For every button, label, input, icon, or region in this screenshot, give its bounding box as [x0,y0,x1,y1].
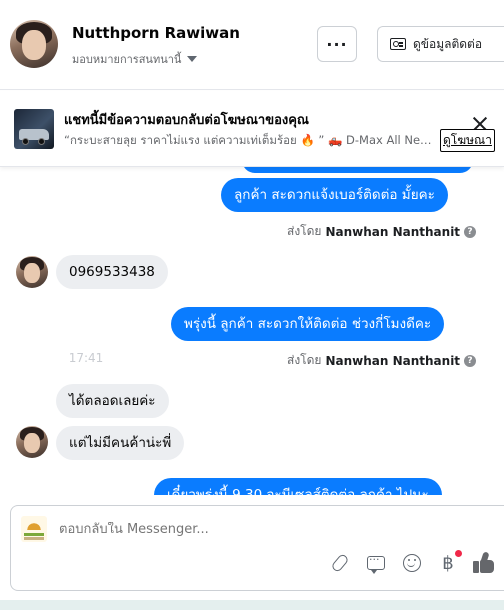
contact-card-icon [390,38,406,50]
emoji-icon[interactable] [401,552,423,574]
like-icon[interactable] [473,551,495,574]
view-contact-info-button[interactable]: ดูข้อมูลติดต่อ [377,26,504,62]
saved-reply-icon[interactable] [365,552,387,574]
page-logo [21,516,47,542]
sender-name: Nanwhan Nanthanit [325,353,461,368]
message-bubble-incoming[interactable]: ได้ตลอดเลยค่ะ [56,384,169,419]
page-bottom-strip [0,600,504,610]
ad-thumbnail[interactable] [14,109,54,149]
payment-baht-icon[interactable]: ฿ [437,550,462,574]
message-bubble-outgoing[interactable]: เดี๋ยวพรุ่งนี้ 9.30 จะมีเซลส์ติดต่อ ลูกค… [154,478,442,495]
ad-reply-banner: แชทนี้มีข้อความตอบกลับต่อโฆษณาของคุณ “กร… [0,91,504,167]
conversation-header: Nutthporn Rawiwan มอบหมายการสนทนานี้ ···… [0,0,504,90]
info-icon[interactable]: ? [464,354,477,367]
sent-by-note: ส่งโดย Nanwhan Nanthanit ? [287,351,477,370]
more-options-button[interactable]: ··· [317,26,357,62]
ad-banner-title: แชทนี้มีข้อความตอบกลับต่อโฆษณาของคุณ [64,113,309,128]
message-bubble-outgoing[interactable]: พรุ่งนี้ ลูกค้า สะดวกให้ติดต่อ ช่วงกี่โม… [171,307,445,342]
reply-composer: ฿ [10,505,504,591]
caret-down-icon [187,56,198,62]
ad-banner-subtitle: “กระบะสายลุย ราคาไม่แรง แต่ความเท่เต็มร้… [64,133,436,147]
message-bubble-incoming[interactable]: แต่ไม่มีคนค้าน่ะพี่ [56,426,185,461]
baht-glyph: ฿ [442,552,454,574]
view-ad-link[interactable]: ดูโฆษณา [440,129,495,152]
reply-input[interactable] [59,522,359,537]
message-bubble-outgoing[interactable]: ลูกค้า สะดวกแจ้งเบอร์ติดต่อ มั้ยคะ [221,178,448,213]
contact-avatar-small [16,426,48,458]
sent-by-prefix: ส่งโดย [287,224,322,238]
notification-dot [455,550,462,557]
contact-avatar-small [16,256,48,288]
sent-by-prefix: ส่งโดย [287,353,322,367]
contact-avatar[interactable] [10,20,58,68]
sender-name: Nanwhan Nanthanit [325,224,461,239]
contact-name[interactable]: Nutthporn Rawiwan [72,24,240,42]
assign-conversation-dropdown[interactable]: มอบหมายการสนทนานี้ [72,50,198,68]
paperclip-icon[interactable] [329,552,351,574]
message-thread[interactable]: ลูกค้า สะดวกแจ้งเบอร์ติดต่อ มั้ยคะ ส่งโด… [0,167,504,495]
composer-toolbar: ฿ [329,550,495,574]
assign-conversation-label: มอบหมายการสนทนานี้ [72,53,182,66]
view-contact-info-label: ดูข้อมูลติดต่อ [413,36,483,51]
message-timestamp: 17:41 [56,343,116,373]
message-bubble-incoming[interactable]: 0969533438 [56,255,168,290]
info-icon[interactable]: ? [464,225,477,238]
sent-by-note: ส่งโดย Nanwhan Nanthanit ? [287,222,477,241]
message-bubble-outgoing-clipped[interactable] [242,167,473,173]
